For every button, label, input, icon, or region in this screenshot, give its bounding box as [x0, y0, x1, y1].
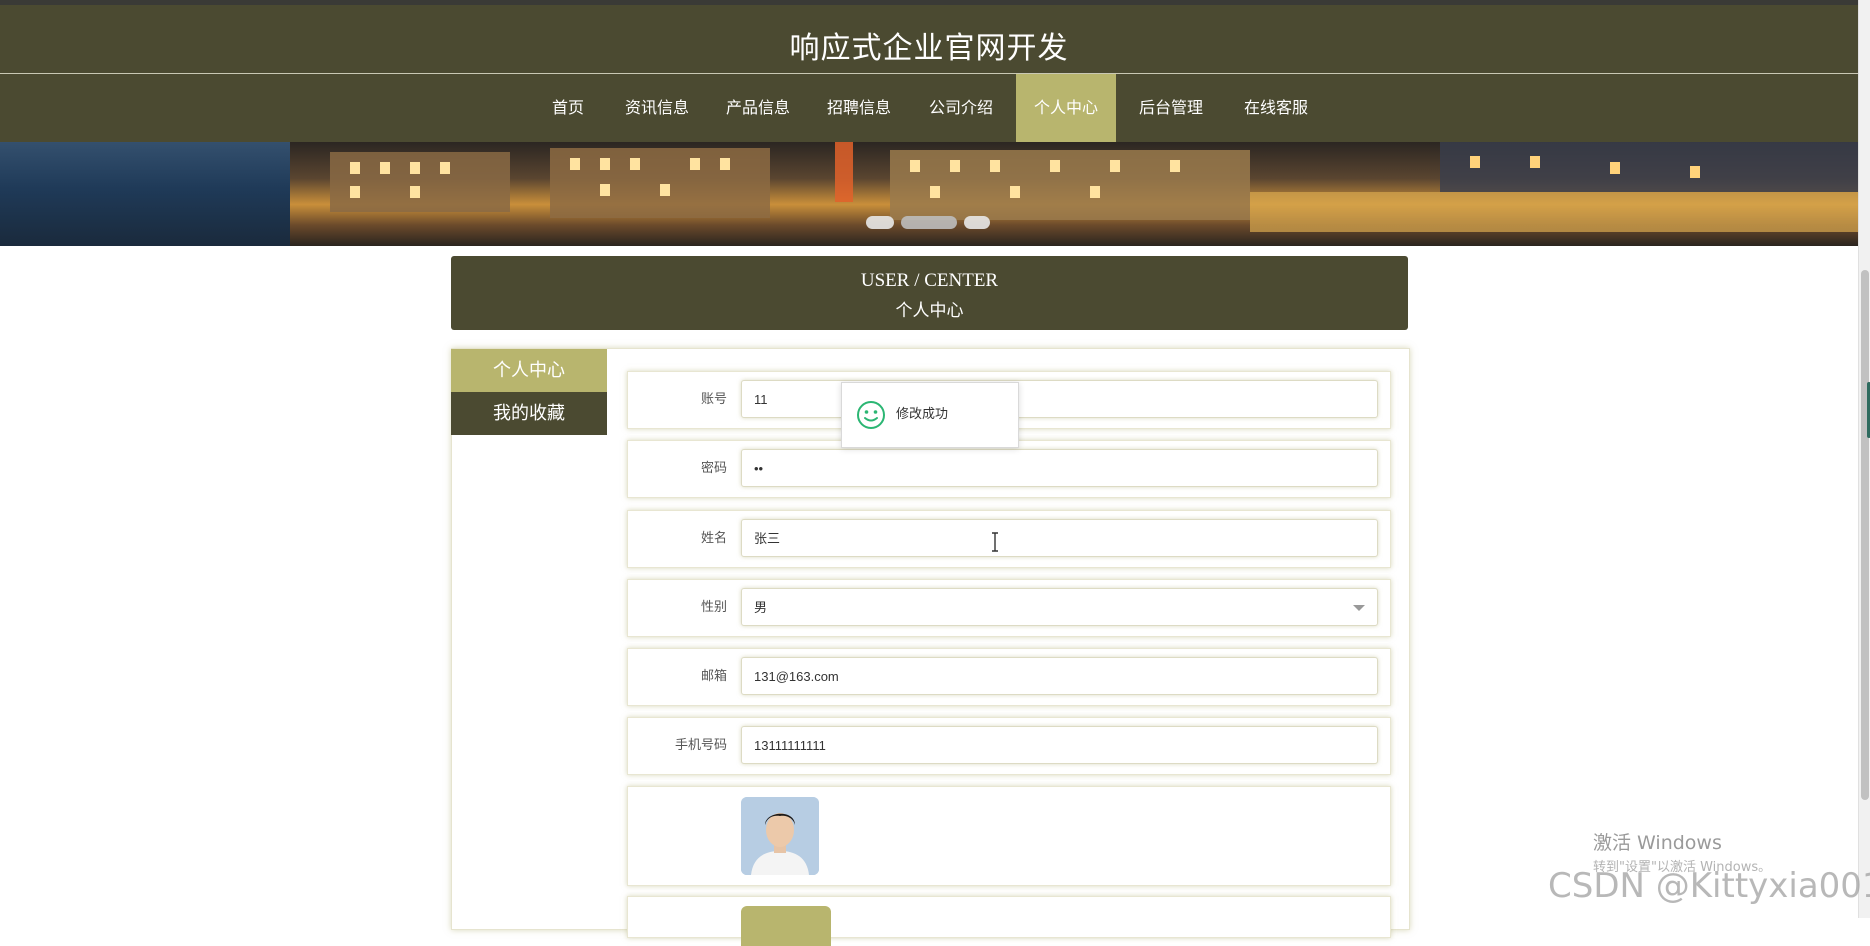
activate-windows-title: 激活 Windows	[1593, 832, 1722, 854]
success-toast: 修改成功	[841, 382, 1019, 448]
banner-city-image	[290, 142, 1858, 246]
toast-message: 修改成功	[896, 407, 949, 422]
gender-select-value: 男	[754, 600, 768, 615]
smile-icon	[857, 401, 885, 429]
site-title: 响应式企业官网开发	[789, 31, 1069, 66]
nav-item-admin[interactable]: 后台管理	[1128, 74, 1214, 142]
carousel-dot-1[interactable]	[866, 216, 894, 229]
phone-input[interactable]: 13111111111	[741, 726, 1378, 764]
nav-item-news[interactable]: 资讯信息	[614, 74, 700, 142]
nav-item-user-center[interactable]: 个人中心	[1016, 74, 1116, 142]
form-row-avatar	[627, 786, 1391, 886]
carousel-dot-3[interactable]	[964, 216, 990, 229]
hero-banner	[0, 142, 1858, 246]
page-scrollbar[interactable]	[1858, 0, 1870, 918]
form-row-name: 姓名 张三	[627, 510, 1391, 568]
form-row-password: 密码 ••	[627, 440, 1391, 498]
account-label: 账号	[700, 392, 727, 407]
form-row-actions	[627, 896, 1391, 946]
form-row-gender: 性别 男	[627, 579, 1391, 637]
name-label: 姓名	[700, 531, 727, 546]
form-row-email: 邮箱 131@163.com	[627, 648, 1391, 706]
name-input[interactable]: 张三	[741, 519, 1378, 557]
section-title-en: USER / CENTER	[860, 270, 999, 291]
sidebar-item-favorites[interactable]: 我的收藏	[451, 392, 607, 435]
email-input[interactable]: 131@163.com	[741, 657, 1378, 695]
upload-button[interactable]	[741, 906, 831, 946]
nav-item-home[interactable]: 首页	[536, 74, 600, 142]
avatar[interactable]	[741, 797, 819, 875]
nav-item-service[interactable]: 在线客服	[1233, 74, 1319, 142]
text-cursor-icon	[992, 532, 998, 552]
phone-label: 手机号码	[674, 738, 727, 753]
account-input[interactable]: 11	[741, 380, 1378, 418]
password-input[interactable]: ••	[741, 449, 1378, 487]
section-title-cn: 个人中心	[895, 301, 964, 321]
form-row-phone: 手机号码 13111111111	[627, 717, 1391, 775]
carousel-dots	[866, 216, 992, 230]
gender-select[interactable]: 男	[741, 588, 1378, 626]
section-header: USER / CENTER 个人中心	[451, 256, 1408, 330]
nav-item-products[interactable]: 产品信息	[715, 74, 801, 142]
email-label: 邮箱	[700, 669, 727, 684]
main-nav: 首页 资讯信息 产品信息 招聘信息 公司介绍 个人中心 后台管理 在线客服	[0, 74, 1858, 142]
scrollbar-thumb[interactable]	[1861, 270, 1869, 800]
csdn-watermark: CSDN @Kittyxia001	[1548, 866, 1870, 906]
sidebar: 个人中心 我的收藏	[451, 349, 607, 435]
sidebar-item-user-center[interactable]: 个人中心	[451, 349, 607, 392]
carousel-dot-2[interactable]	[901, 216, 957, 229]
password-label: 密码	[700, 461, 727, 476]
chevron-down-icon	[1353, 605, 1365, 611]
banner-sky-image	[0, 142, 290, 246]
gender-label: 性别	[700, 600, 727, 615]
site-header: 响应式企业官网开发	[0, 5, 1858, 74]
nav-item-jobs[interactable]: 招聘信息	[816, 74, 902, 142]
nav-item-about[interactable]: 公司介绍	[918, 74, 1004, 142]
